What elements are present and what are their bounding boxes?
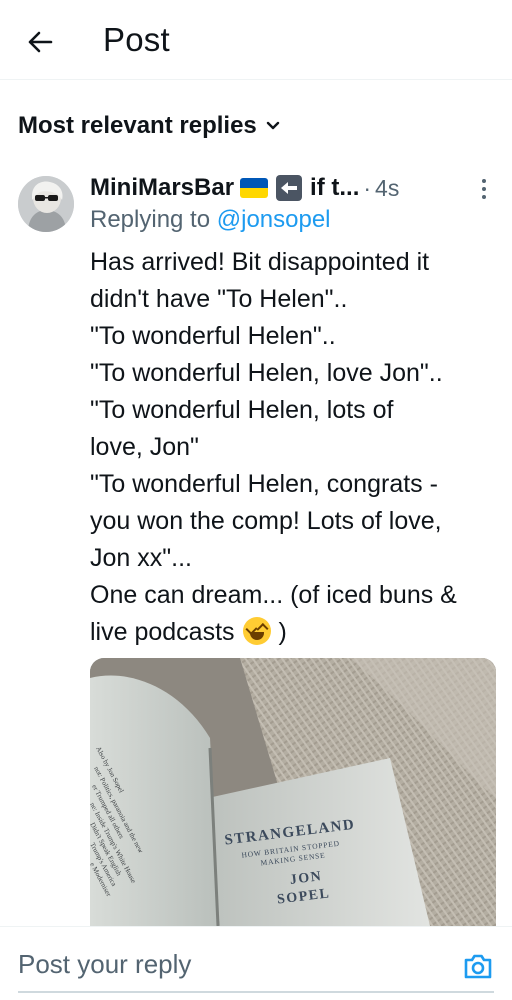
replying-handle-link[interactable]: @jonsopel bbox=[217, 206, 331, 233]
text-line: Jon xx"... bbox=[90, 544, 192, 572]
left-arrow-emoji-icon bbox=[276, 175, 303, 201]
arrow-left-icon bbox=[28, 31, 53, 53]
text-line: One can dream... (of iced buns & bbox=[90, 581, 457, 609]
reply-input[interactable] bbox=[18, 949, 438, 980]
text-line: you won the comp! Lots of love, bbox=[90, 507, 442, 535]
ukraine-flag-icon bbox=[240, 178, 269, 198]
text-line: "To wonderful Helen".. bbox=[90, 322, 336, 350]
author-name-suffix: if t... bbox=[310, 174, 360, 201]
sort-label: Most relevant replies bbox=[18, 112, 257, 139]
chevron-down-icon bbox=[265, 117, 283, 135]
back-button[interactable] bbox=[20, 22, 60, 62]
replying-to: Replying to @jonsopel bbox=[90, 206, 331, 234]
camera-icon[interactable] bbox=[462, 951, 494, 981]
replying-prefix: Replying to bbox=[90, 206, 211, 233]
separator-dot: · bbox=[363, 174, 372, 201]
laughing-emoji-icon bbox=[243, 617, 272, 645]
text-line: "To wonderful Helen, lots of bbox=[90, 396, 394, 424]
text-line: "To wonderful Helen, congrats - bbox=[90, 470, 438, 498]
text-line-last: live podcasts ) bbox=[90, 614, 510, 651]
reply-text: Has arrived! Bit disappointed it didn't … bbox=[90, 244, 510, 651]
reply-image[interactable]: Also by Jon Sopel not: Politics, paranoi… bbox=[90, 658, 496, 926]
text-line: "To wonderful Helen, love Jon".. bbox=[90, 359, 443, 387]
more-options-icon[interactable] bbox=[474, 176, 494, 202]
replies-sort-dropdown[interactable]: Most relevant replies bbox=[18, 112, 283, 140]
input-underline bbox=[18, 991, 494, 993]
text-line: didn't have "To Helen".. bbox=[90, 285, 348, 313]
text-end: ) bbox=[278, 618, 287, 646]
text-line: live podcasts bbox=[90, 618, 235, 646]
timestamp[interactable]: 4s bbox=[375, 175, 399, 202]
avatar[interactable] bbox=[18, 176, 74, 232]
reply-composer bbox=[0, 926, 512, 1000]
text-line: Has arrived! Bit disappointed it bbox=[90, 248, 430, 276]
text-line: love, Jon" bbox=[90, 433, 199, 461]
reply-author-row: MiniMarsBar if t... · 4s bbox=[90, 172, 490, 204]
author-name[interactable]: MiniMarsBar bbox=[90, 174, 234, 202]
top-bar: Post bbox=[0, 0, 512, 80]
page-title: Post bbox=[103, 21, 170, 58]
